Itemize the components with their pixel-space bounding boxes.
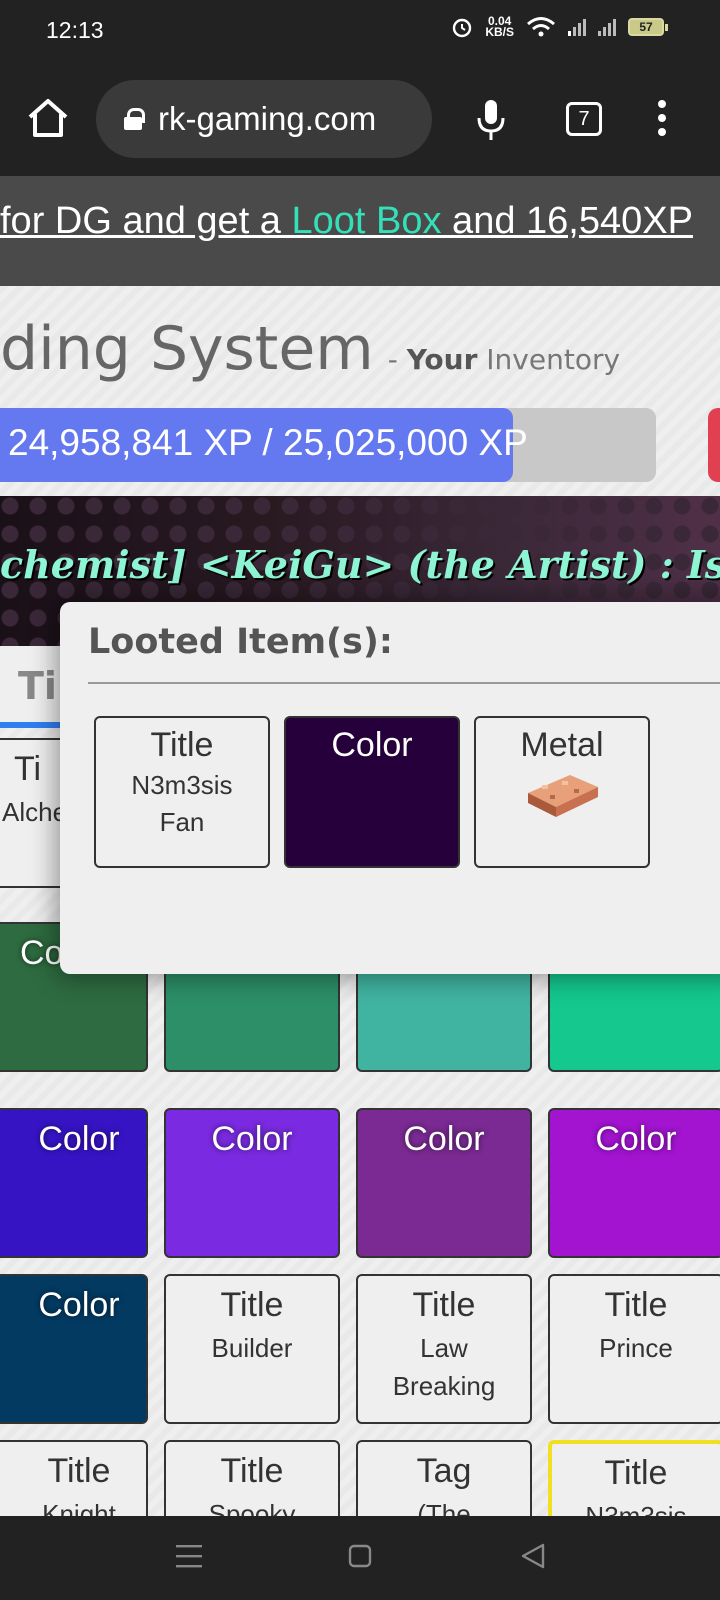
- item-type: Color: [595, 1120, 677, 1158]
- popup-title: Looted Item(s):: [88, 622, 393, 662]
- lock-icon: [124, 108, 145, 130]
- inventory-color-item[interactable]: Color: [164, 1108, 340, 1258]
- looted-item-name-line2: Fan: [159, 807, 205, 837]
- url-text: rk-gaming.com: [158, 100, 377, 137]
- item-name: Spooky: [208, 1499, 296, 1516]
- inventory-color-item[interactable]: Color: [548, 1108, 720, 1258]
- subtitle-bold: Your: [406, 343, 478, 376]
- tab-switcher-button[interactable]: 7: [566, 102, 602, 136]
- page-title: ding System: [0, 314, 374, 384]
- looted-color-item[interactable]: Color: [284, 716, 460, 868]
- inventory-color-item[interactable]: Color: [0, 1108, 148, 1258]
- copper-ingot-icon: [528, 775, 598, 817]
- back-triangle-icon[interactable]: [520, 1542, 546, 1570]
- item-name: N3m3sis: [585, 1501, 687, 1516]
- item-type: Title: [604, 1286, 668, 1324]
- looted-item-type: Title: [150, 726, 214, 764]
- item-name: Knight: [42, 1499, 116, 1516]
- item-name: Prince: [599, 1333, 673, 1363]
- inventory-color-item[interactable]: Color: [0, 1274, 148, 1424]
- subtitle-rest: Inventory: [477, 343, 621, 376]
- looted-metal-item[interactable]: Metal: [474, 716, 650, 868]
- menu-icon[interactable]: [176, 1542, 202, 1570]
- mic-icon[interactable]: [476, 98, 506, 142]
- tab-titles[interactable]: Ti: [18, 664, 57, 708]
- red-action-button[interactable]: [708, 408, 720, 482]
- status-time: 12:13: [46, 17, 104, 43]
- page-heading: ding System - Your Inventory: [0, 314, 620, 384]
- page-subtitle: - Your Inventory: [388, 343, 620, 376]
- inventory-title-item-selected[interactable]: Title N3m3sis: [548, 1440, 720, 1516]
- item-name: Builder: [211, 1333, 293, 1363]
- item-type: Color: [403, 1120, 485, 1158]
- item-type: Title: [47, 1452, 111, 1490]
- item-type: Title: [220, 1452, 284, 1490]
- signal-2-icon: [598, 18, 616, 36]
- home-icon[interactable]: [26, 96, 70, 140]
- net-speed-unit: KB/S: [485, 25, 514, 39]
- inventory-title-item[interactable]: Title Knight: [0, 1440, 148, 1516]
- inventory-title-item[interactable]: Title Law Breaking: [356, 1274, 532, 1424]
- web-page: for DG and get a Loot Box and 16,540XP d…: [0, 176, 720, 1516]
- item-name: Law: [420, 1333, 468, 1363]
- status-icons: 0.04 KB/S 57: [451, 15, 668, 39]
- looted-title-item[interactable]: Title N3m3sis Fan: [94, 716, 270, 868]
- item-type: Title: [604, 1454, 668, 1492]
- more-vert-icon[interactable]: [656, 100, 668, 140]
- item-type: Color: [38, 1286, 120, 1324]
- item-type: Title: [220, 1286, 284, 1324]
- looted-item-type: Color: [331, 726, 413, 764]
- looted-item-name: N3m3sis: [131, 770, 233, 800]
- inventory-title-item[interactable]: Title Prince: [548, 1274, 720, 1424]
- xp-progress-bar: 24,958,841 XP / 25,025,000 XP: [0, 408, 656, 482]
- address-bar[interactable]: rk-gaming.com: [96, 80, 432, 158]
- loot-box-link[interactable]: Loot Box: [292, 200, 442, 242]
- item-type: Title: [412, 1286, 476, 1324]
- system-nav-bar: [0, 1516, 720, 1600]
- square-icon[interactable]: [348, 1542, 372, 1570]
- promo-text-before: for DG and get a: [0, 200, 292, 242]
- popup-divider: [88, 682, 720, 684]
- inventory-title-item[interactable]: Title Builder: [164, 1274, 340, 1424]
- item-type: Color: [38, 1120, 120, 1158]
- net-speed: 0.04 KB/S: [485, 15, 514, 39]
- battery-icon: 57: [628, 18, 668, 36]
- inventory-color-item[interactable]: Color: [356, 1108, 532, 1258]
- chat-message: chemist] <KeiGu> (the Artist) : Isn't th…: [0, 542, 720, 587]
- item-name-line2: Breaking: [392, 1371, 496, 1401]
- browser-toolbar: rk-gaming.com 7: [0, 66, 720, 176]
- looted-items-popup: Looted Item(s): Title N3m3sis Fan Color …: [60, 602, 720, 974]
- item-name: (The: [417, 1499, 471, 1516]
- status-bar: 12:13 0.04 KB/S 57: [0, 0, 720, 66]
- inventory-tag-item[interactable]: Tag (The: [356, 1440, 532, 1516]
- item-type: Color: [211, 1120, 293, 1158]
- xp-progress-text: 24,958,841 XP / 25,025,000 XP: [8, 422, 528, 463]
- promo-text[interactable]: for DG and get a Loot Box and 16,540XP: [0, 200, 693, 243]
- promo-text-after: and 16,540XP: [441, 200, 693, 242]
- looted-item-type: Metal: [520, 726, 604, 764]
- wifi-icon: [527, 17, 555, 37]
- item-type: Tag: [416, 1452, 472, 1490]
- alarm-icon: [453, 18, 472, 38]
- inventory-title-item[interactable]: Title Spooky: [164, 1440, 340, 1516]
- signal-icon: [568, 18, 586, 36]
- subtitle-prefix: -: [387, 343, 407, 376]
- promo-banner[interactable]: for DG and get a Loot Box and 16,540XP: [0, 176, 720, 286]
